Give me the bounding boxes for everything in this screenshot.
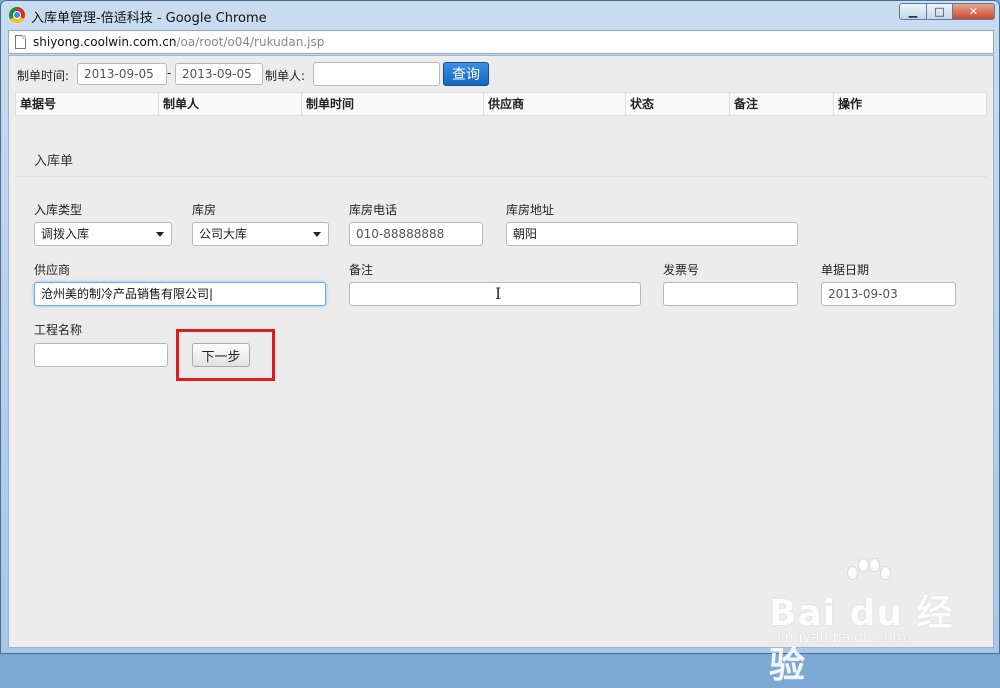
date-separator: - (167, 66, 172, 80)
close-button[interactable]: ✕ (952, 3, 995, 20)
divider (15, 176, 987, 177)
inbound-type-select[interactable]: 调拨入库 (34, 222, 172, 246)
creator-input[interactable] (313, 62, 440, 86)
search-bar: 制单时间: 2013-09-05 - 2013-09-05 制单人: 查询 (9, 56, 993, 92)
creator-label: 制单人: (265, 69, 306, 83)
column-header[interactable]: 状态 (625, 93, 729, 115)
title-bar: 入库单管理-倍适科技 - Google Chrome ▁ □ ✕ (1, 1, 999, 29)
supplier-input[interactable]: 沧州美的制冷产品销售有限公司| (34, 282, 326, 306)
chrome-icon (9, 7, 25, 23)
doc-date-label: 单据日期 (821, 263, 870, 277)
remark-label: 备注 (349, 263, 374, 277)
page-icon (15, 35, 26, 49)
column-header[interactable]: 制单时间 (301, 93, 483, 115)
project-name-input[interactable] (34, 343, 168, 367)
start-date-input[interactable]: 2013-09-05 (77, 63, 167, 85)
form-title: 入库单 (34, 154, 74, 169)
time-label: 制单时间: (17, 69, 70, 83)
warehouse-label: 库房 (192, 203, 217, 217)
invoice-input[interactable] (663, 282, 798, 306)
supplier-value: 沧州美的制冷产品销售有限公司 (41, 287, 210, 301)
chevron-down-icon (313, 232, 321, 237)
doc-date-input[interactable]: 2013-09-03 (821, 282, 956, 306)
column-header[interactable]: 备注 (729, 93, 833, 115)
text-caret: | (209, 287, 214, 301)
page-content: 制单时间: 2013-09-05 - 2013-09-05 制单人: 查询 单据… (8, 55, 994, 686)
inbound-type-label: 入库类型 (34, 203, 83, 217)
warehouse-address-label: 库房地址 (506, 203, 555, 217)
warehouse-phone-label: 库房电话 (349, 203, 398, 217)
column-header[interactable]: 操作 (833, 93, 986, 115)
supplier-label: 供应商 (34, 263, 71, 277)
window-title: 入库单管理-倍适科技 - Google Chrome (31, 11, 267, 26)
address-bar[interactable]: shiyong.coolwin.com.cn/oa/root/o04/rukud… (8, 30, 994, 54)
url-text[interactable]: shiyong.coolwin.com.cn/oa/root/o04/rukud… (33, 35, 324, 49)
text-cursor-icon: I (495, 284, 502, 303)
end-date-input[interactable]: 2013-09-05 (175, 63, 263, 85)
column-header[interactable]: 供应商 (483, 93, 625, 115)
warehouse-address-input[interactable]: 朝阳 (506, 222, 798, 246)
table-header: 单据号 制单人 制单时间 供应商 状态 备注 操作 (15, 92, 987, 116)
query-button[interactable]: 查询 (443, 62, 489, 86)
warehouse-value: 公司大库 (199, 227, 248, 241)
next-step-button[interactable]: 下一步 (192, 343, 250, 367)
warehouse-select[interactable]: 公司大库 (192, 222, 329, 246)
invoice-label: 发票号 (663, 263, 700, 277)
column-header[interactable]: 制单人 (158, 93, 301, 115)
column-header[interactable]: 单据号 (16, 93, 158, 115)
project-name-label: 工程名称 (34, 323, 83, 337)
minimize-button[interactable]: ▁ (899, 3, 927, 20)
inbound-type-value: 调拨入库 (41, 227, 90, 241)
maximize-button[interactable]: □ (926, 3, 953, 20)
chevron-down-icon (156, 232, 164, 237)
warehouse-phone-input[interactable]: 010-88888888 (349, 222, 483, 246)
baidu-watermark: Bai du 经验 jingyan.baidu.com (769, 556, 989, 686)
watermark-site: jingyan.baidu.com (777, 630, 907, 646)
browser-window: 入库单管理-倍适科技 - Google Chrome ▁ □ ✕ shiyong… (0, 0, 1000, 686)
